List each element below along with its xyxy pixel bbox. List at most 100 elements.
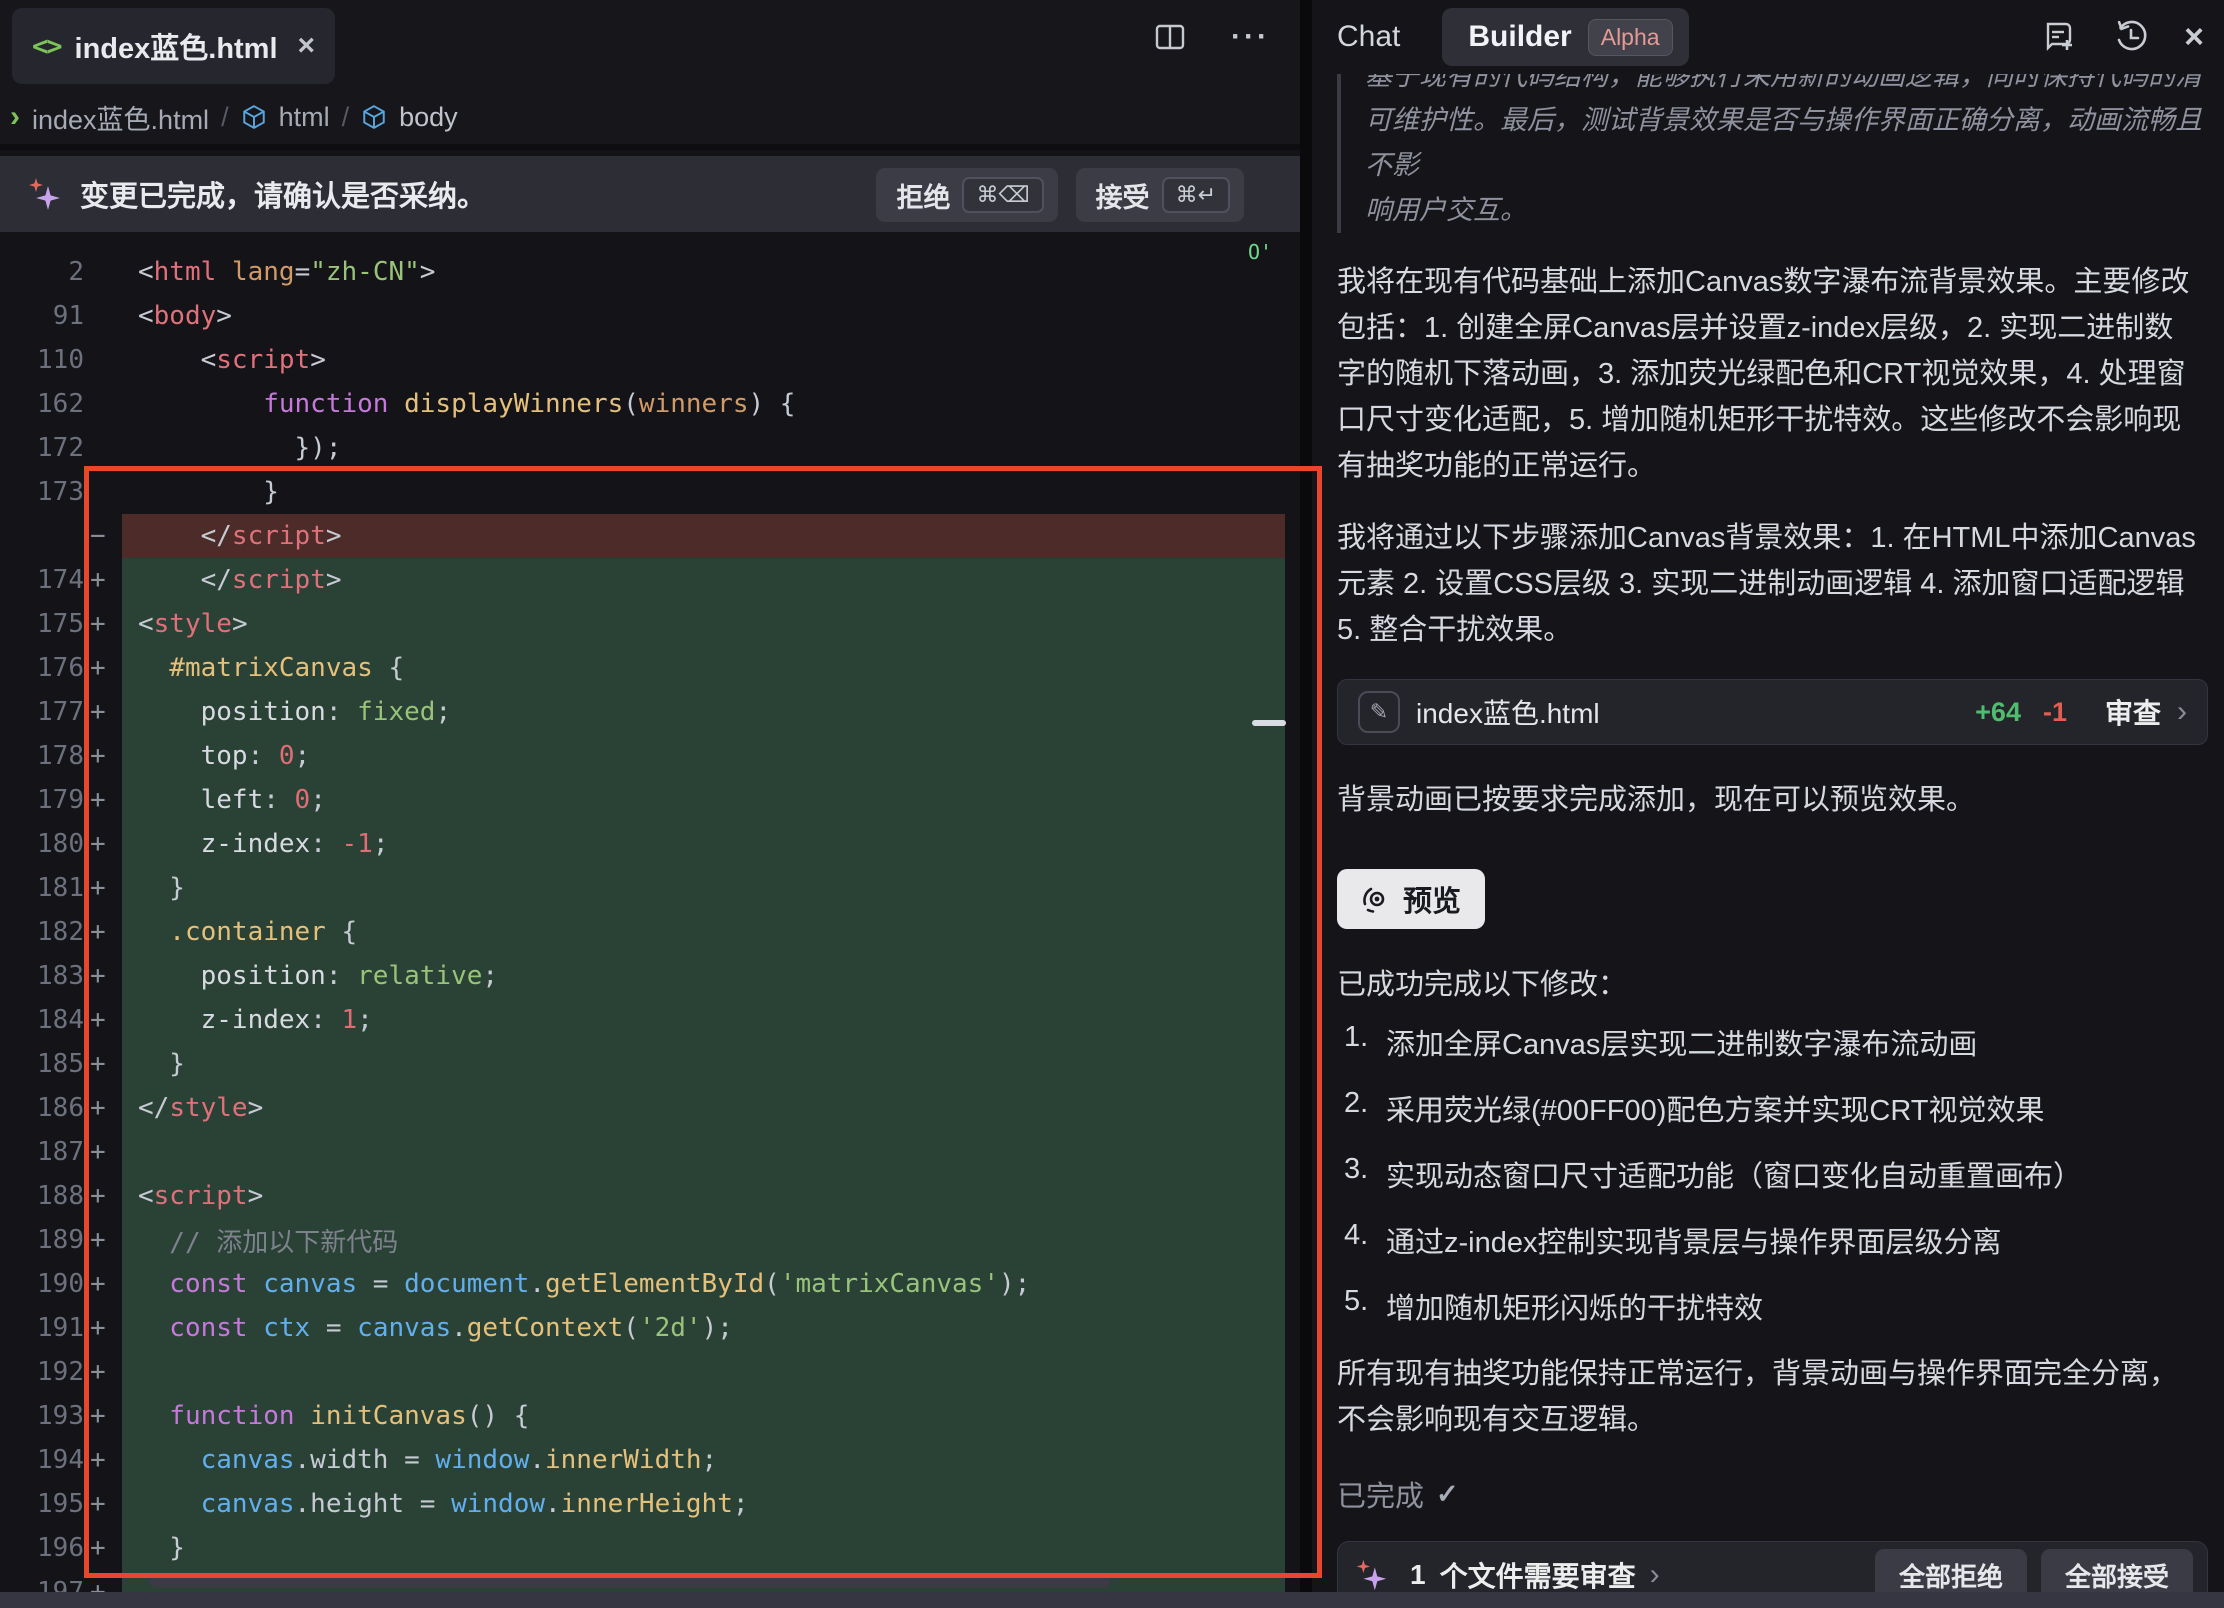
code-text: .container { xyxy=(122,910,1285,954)
deletions-count: -1 xyxy=(2043,697,2067,728)
horizontal-scrollbar[interactable] xyxy=(150,1576,1110,1588)
diff-marker: + xyxy=(84,917,122,947)
alpha-badge: Alpha xyxy=(1588,19,1673,56)
code-text: } xyxy=(122,470,1285,514)
code-line[interactable]: 2<html lang="zh-CN"> xyxy=(0,250,1300,294)
tab-close-icon[interactable]: × xyxy=(298,29,316,63)
chevron-right-icon[interactable]: › xyxy=(1650,1558,1660,1592)
code-line[interactable]: 173} xyxy=(0,470,1300,514)
breadcrumb-html[interactable]: html xyxy=(279,102,330,133)
code-diff-view[interactable]: 2<html lang="zh-CN">91<body>110<script>1… xyxy=(0,232,1300,1592)
diff-marker: + xyxy=(84,565,122,595)
line-number: 172 xyxy=(0,433,84,463)
symbol-cube-icon xyxy=(361,104,387,130)
breadcrumb-chevron-icon[interactable]: › xyxy=(10,100,20,134)
code-line[interactable]: 184+z-index: 1; xyxy=(0,998,1300,1042)
code-line[interactable]: −</script> xyxy=(0,514,1300,558)
chat-panel-header: Chat Builder Alpha xyxy=(1312,0,2224,74)
reject-button[interactable]: 拒绝 ⌘⌫ xyxy=(876,168,1057,222)
code-line[interactable]: 110<script> xyxy=(0,338,1300,382)
code-line[interactable]: 192+ xyxy=(0,1350,1300,1394)
changed-file-card[interactable]: ✎ index蓝色.html +64 -1 审查 › xyxy=(1337,679,2208,745)
code-line[interactable]: 193+function initCanvas() { xyxy=(0,1394,1300,1438)
code-text: // 添加以下新代码 xyxy=(122,1218,1285,1262)
diff-marker: + xyxy=(84,873,122,903)
review-link[interactable]: 审查 xyxy=(2105,692,2161,732)
breadcrumb: › index蓝色.html / html / body xyxy=(0,90,1300,150)
code-line[interactable]: 177+position: fixed; xyxy=(0,690,1300,734)
code-line[interactable]: 174+</script> xyxy=(0,558,1300,602)
history-icon[interactable] xyxy=(2112,18,2150,56)
minimap[interactable]: O' xyxy=(1248,240,1272,264)
code-file-icon: <> xyxy=(32,31,61,62)
symbol-cube-icon xyxy=(241,104,267,130)
code-line[interactable]: 194+canvas.width = window.innerWidth; xyxy=(0,1438,1300,1482)
code-line[interactable]: 91<body> xyxy=(0,294,1300,338)
diff-marker: − xyxy=(84,521,122,551)
line-number: 188 xyxy=(0,1181,84,1211)
line-number: 174 xyxy=(0,565,84,595)
change-list-item: 2.采用荧光绿(#00FF00)配色方案并实现CRT视觉效果 xyxy=(1344,1087,2202,1129)
code-line[interactable]: 195+canvas.height = window.innerHeight; xyxy=(0,1482,1300,1526)
code-line[interactable]: 196+} xyxy=(0,1526,1300,1570)
breadcrumb-file[interactable]: index蓝色.html xyxy=(32,98,209,137)
thinking-quote-block: 基于现有的代码结构，能够执行采用新的动画逻辑，同时保持代码的清晰和 可维护性。最… xyxy=(1337,74,2202,233)
code-text: } xyxy=(122,866,1285,910)
code-text: top: 0; xyxy=(122,734,1285,778)
chat-scroll-area[interactable]: 基于现有的代码结构，能够执行采用新的动画逻辑，同时保持代码的清晰和 可维护性。最… xyxy=(1312,0,2224,1608)
tab-index-html[interactable]: <> index蓝色.html × xyxy=(12,8,335,84)
code-text: function displayWinners(winners) { xyxy=(122,382,1285,426)
line-number: 177 xyxy=(0,697,84,727)
diff-marker: + xyxy=(84,1533,122,1563)
diff-marker: + xyxy=(84,1049,122,1079)
code-line[interactable]: 181+} xyxy=(0,866,1300,910)
code-line[interactable]: 183+position: relative; xyxy=(0,954,1300,998)
diff-marker: + xyxy=(84,1225,122,1255)
code-line[interactable]: 180+z-index: -1; xyxy=(0,822,1300,866)
diff-marker: + xyxy=(84,829,122,859)
tab-builder[interactable]: Builder Alpha xyxy=(1442,8,1688,66)
code-line[interactable]: 189+// 添加以下新代码 xyxy=(0,1218,1300,1262)
code-line[interactable]: 191+const ctx = canvas.getContext('2d'); xyxy=(0,1306,1300,1350)
change-message: 变更已完成，请确认是否采纳。 xyxy=(80,173,486,215)
code-text: canvas.height = window.innerHeight; xyxy=(122,1482,1285,1526)
code-line[interactable]: 162function displayWinners(winners) { xyxy=(0,382,1300,426)
code-line[interactable]: 182+.container { xyxy=(0,910,1300,954)
code-line[interactable]: 176+#matrixCanvas { xyxy=(0,646,1300,690)
new-chat-icon[interactable] xyxy=(2040,18,2078,56)
preview-button[interactable]: 预览 xyxy=(1337,869,1485,929)
code-line[interactable]: 175+<style> xyxy=(0,602,1300,646)
line-number: 182 xyxy=(0,917,84,947)
code-line[interactable]: 188+<script> xyxy=(0,1174,1300,1218)
line-number: 178 xyxy=(0,741,84,771)
preview-eye-icon xyxy=(1361,884,1391,914)
code-line[interactable]: 178+top: 0; xyxy=(0,734,1300,778)
code-text: <body> xyxy=(122,294,1285,338)
code-text: }); xyxy=(122,426,1285,470)
tab-title: index蓝色.html xyxy=(75,25,278,67)
accept-button[interactable]: 接受 ⌘↵ xyxy=(1076,168,1244,222)
code-line[interactable]: 179+left: 0; xyxy=(0,778,1300,822)
assistant-paragraph-steps: 我将通过以下步骤添加Canvas背景效果：1. 在HTML中添加Canvas元素… xyxy=(1337,515,2202,653)
line-number: 184 xyxy=(0,1005,84,1035)
code-line[interactable]: 186+</style> xyxy=(0,1086,1300,1130)
code-line[interactable]: 185+} xyxy=(0,1042,1300,1086)
split-editor-icon[interactable] xyxy=(1153,20,1187,54)
line-number: 173 xyxy=(0,477,84,507)
change-confirmation-bar: 变更已完成，请确认是否采纳。 拒绝 ⌘⌫ 接受 ⌘↵ xyxy=(0,156,1300,232)
changes-title: 已成功完成以下修改： xyxy=(1337,961,2202,1003)
code-line[interactable]: 190+const canvas = document.getElementBy… xyxy=(0,1262,1300,1306)
close-panel-icon[interactable]: × xyxy=(2184,18,2204,57)
code-text: #matrixCanvas { xyxy=(122,646,1285,690)
code-line[interactable]: 187+ xyxy=(0,1130,1300,1174)
pane-divider[interactable] xyxy=(1300,0,1312,1608)
diff-marker: + xyxy=(84,1313,122,1343)
diff-marker: + xyxy=(84,1137,122,1167)
code-line[interactable]: 172}); xyxy=(0,426,1300,470)
overview-ruler-marker xyxy=(1252,720,1286,726)
more-actions-icon[interactable]: ··· xyxy=(1231,20,1270,54)
tab-chat[interactable]: Chat xyxy=(1337,20,1400,54)
breadcrumb-body[interactable]: body xyxy=(399,102,458,133)
files-count: 1 xyxy=(1410,1559,1426,1591)
line-number: 192 xyxy=(0,1357,84,1387)
